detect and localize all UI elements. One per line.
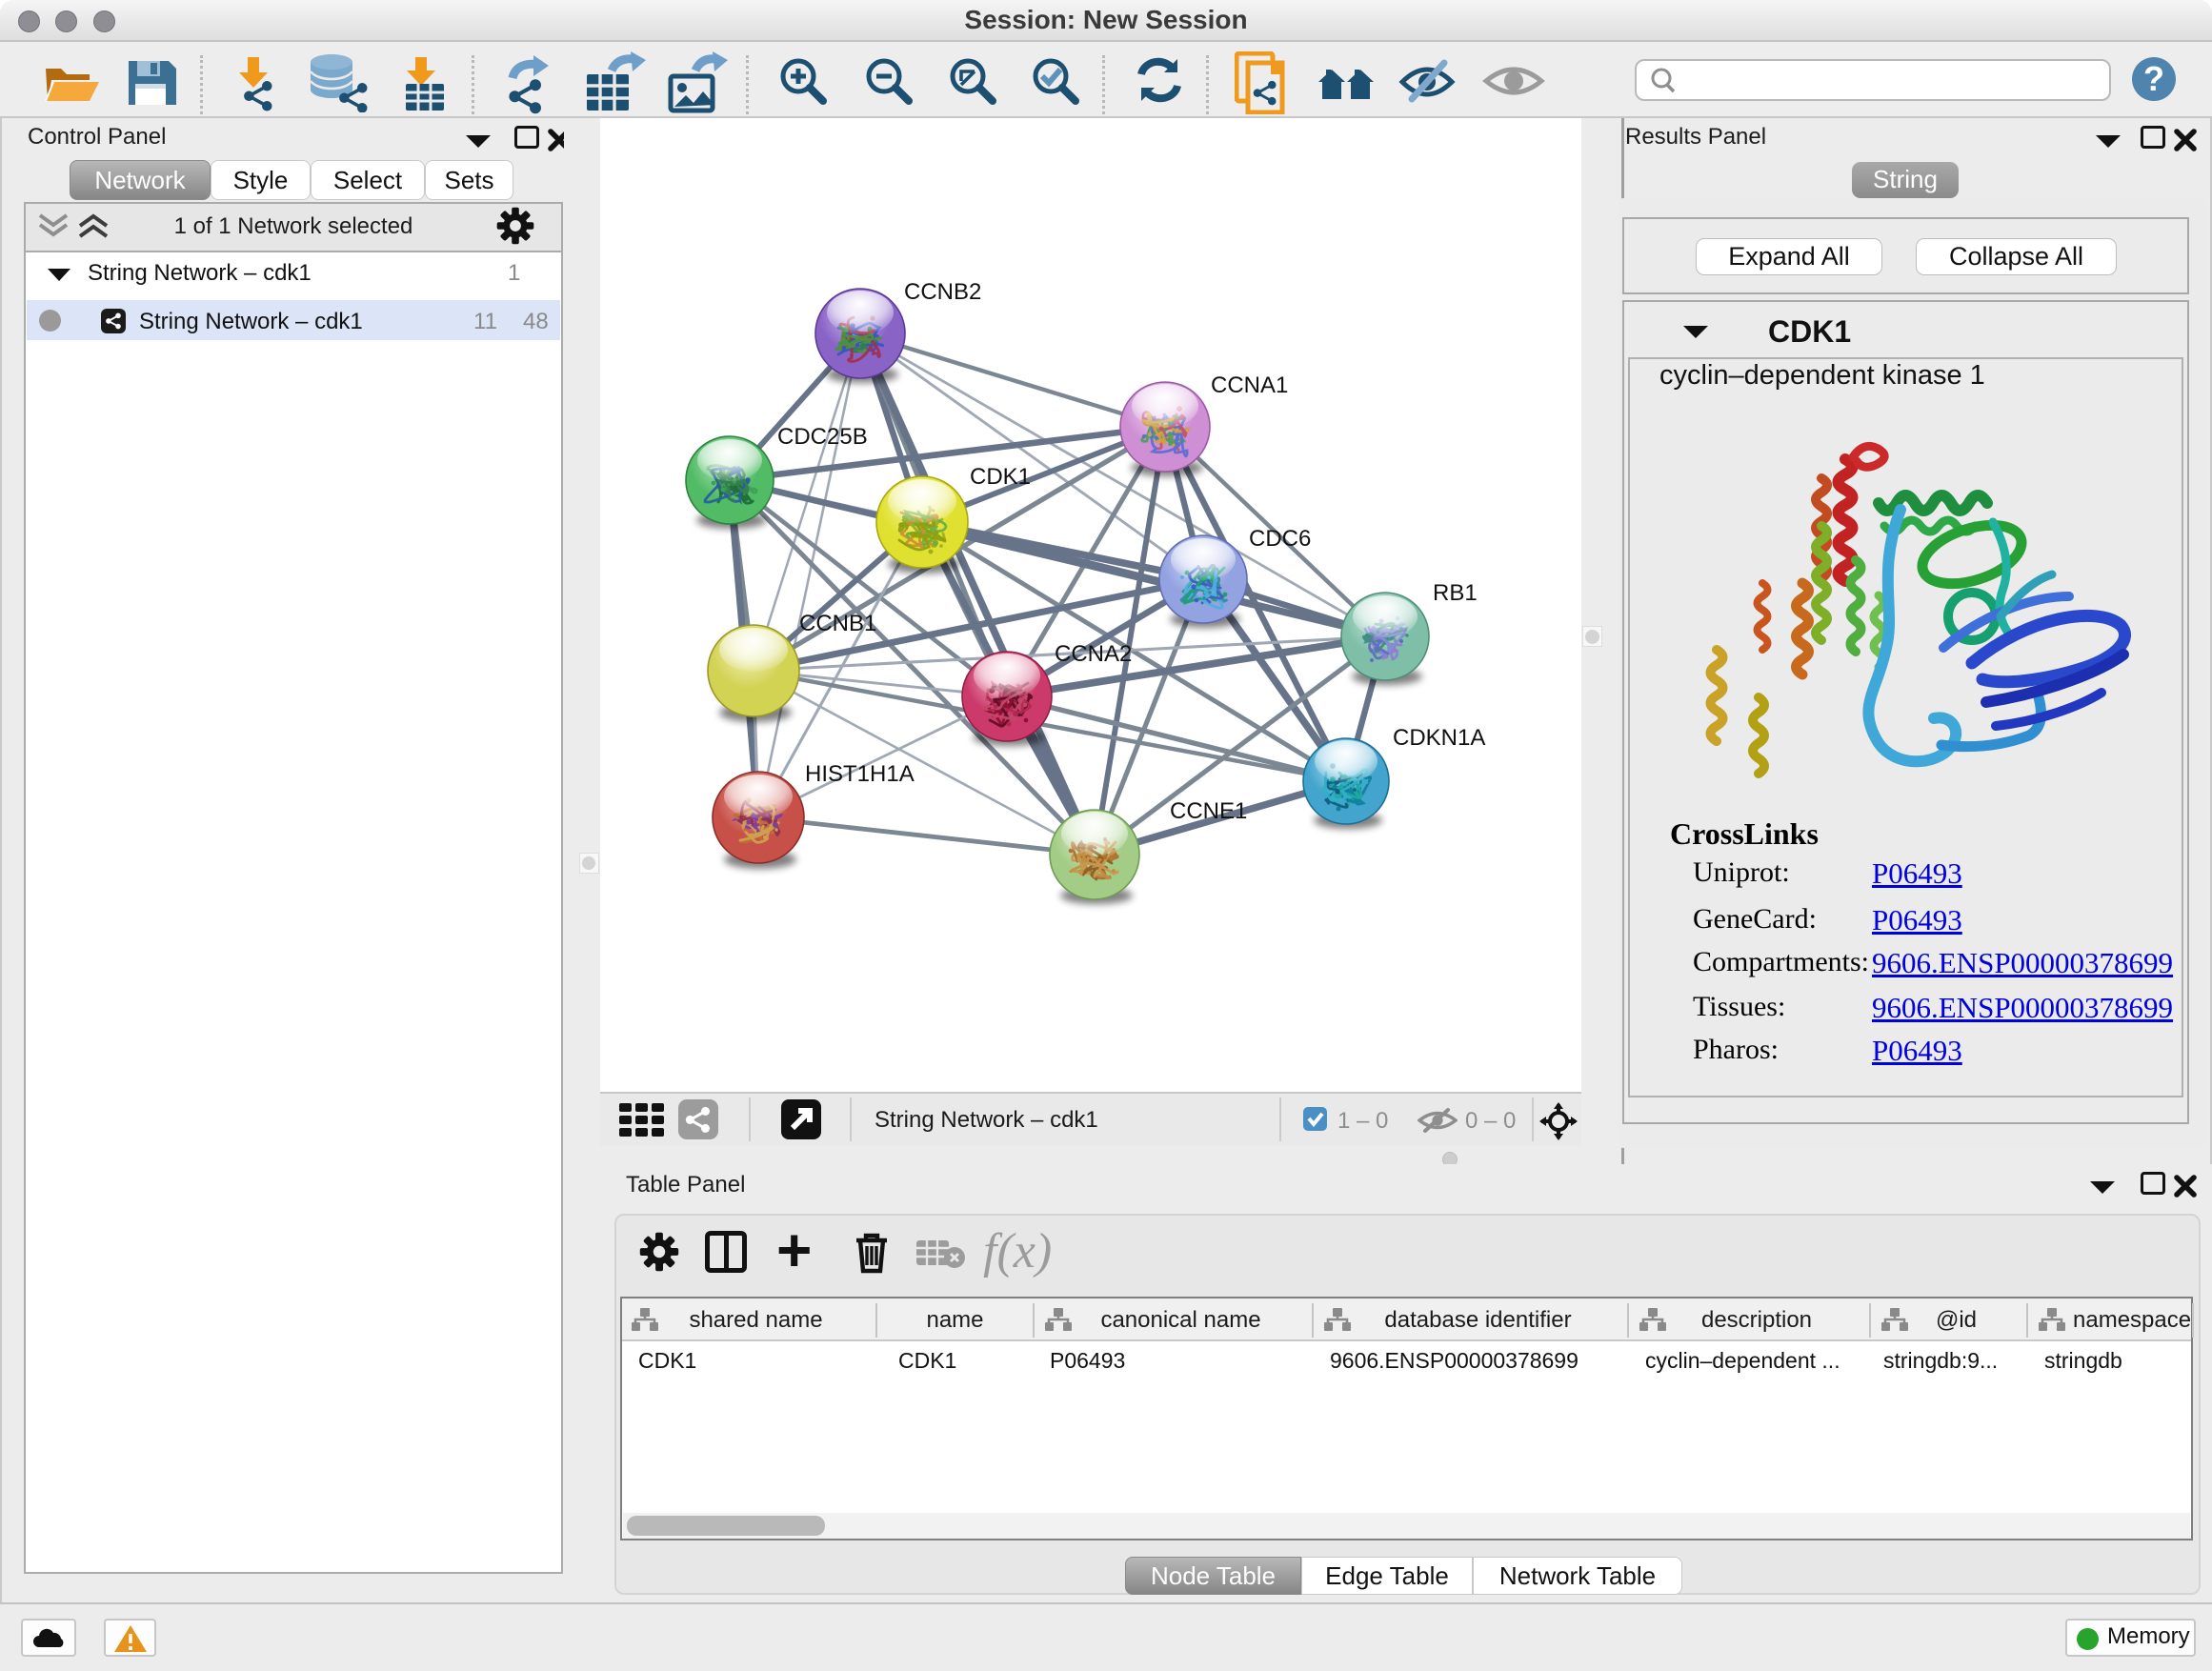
svg-text:CCNB2: CCNB2 bbox=[904, 279, 981, 305]
svg-text:CCNA1: CCNA1 bbox=[1211, 372, 1288, 398]
svg-text:CDC6: CDC6 bbox=[1249, 526, 1311, 552]
svg-text:CCNA2: CCNA2 bbox=[1055, 641, 1132, 667]
svg-text:CDK1: CDK1 bbox=[970, 464, 1031, 490]
svg-text:CDC25B: CDC25B bbox=[777, 424, 868, 450]
svg-text:CDKN1A: CDKN1A bbox=[1393, 725, 1485, 751]
svg-text:CCNE1: CCNE1 bbox=[1170, 798, 1247, 824]
svg-text:CCNB1: CCNB1 bbox=[799, 611, 876, 636]
svg-text:RB1: RB1 bbox=[1433, 580, 1478, 606]
svg-text:HIST1H1A: HIST1H1A bbox=[805, 761, 915, 787]
